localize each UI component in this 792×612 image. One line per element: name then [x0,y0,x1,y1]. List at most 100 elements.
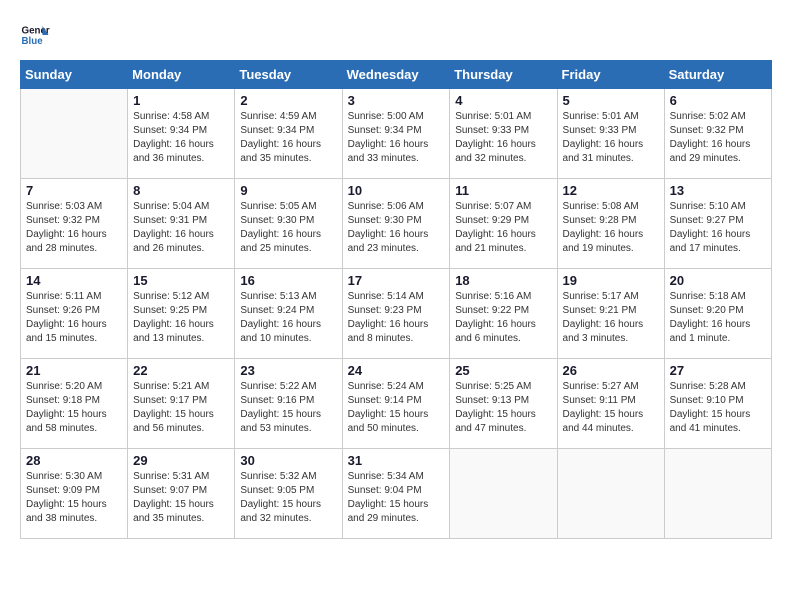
weekday-friday: Friday [557,61,664,89]
day-info: Sunrise: 5:10 AM Sunset: 9:27 PM Dayligh… [670,200,766,256]
calendar-cell: 30 Sunrise: 5:32 AM Sunset: 9:05 PM Dayli… [235,449,342,539]
calendar-cell: 31 Sunrise: 5:34 AM Sunset: 9:04 PM Dayli… [342,449,450,539]
calendar-cell [21,89,128,179]
day-number: 24 [348,363,445,378]
calendar-cell: 11 Sunrise: 5:07 AM Sunset: 9:29 PM Dayli… [450,179,557,269]
day-info: Sunrise: 5:25 AM Sunset: 9:13 PM Dayligh… [455,380,551,436]
day-number: 19 [563,273,659,288]
calendar-cell: 13 Sunrise: 5:10 AM Sunset: 9:27 PM Dayli… [664,179,771,269]
day-number: 30 [240,453,336,468]
day-info: Sunrise: 5:31 AM Sunset: 9:07 PM Dayligh… [133,470,229,526]
week-row-3: 14 Sunrise: 5:11 AM Sunset: 9:26 PM Dayli… [21,269,772,359]
day-info: Sunrise: 5:27 AM Sunset: 9:11 PM Dayligh… [563,380,659,436]
day-number: 18 [455,273,551,288]
weekday-thursday: Thursday [450,61,557,89]
calendar-cell: 2Sunrise: 4:59 AM Sunset: 9:34 PM Daylig… [235,89,342,179]
day-number: 6 [670,93,766,108]
day-info: Sunrise: 5:18 AM Sunset: 9:20 PM Dayligh… [670,290,766,346]
calendar-cell: 1 Sunrise: 4:58 AM Sunset: 9:34 PM Daylig… [128,89,235,179]
day-info: Sunrise: 5:06 AM Sunset: 9:30 PM Dayligh… [348,200,445,256]
day-info: Sunrise: 5:24 AM Sunset: 9:14 PM Dayligh… [348,380,445,436]
day-info: Sunrise: 5:28 AM Sunset: 9:10 PM Dayligh… [670,380,766,436]
day-number: 20 [670,273,766,288]
day-number: 26 [563,363,659,378]
day-number: 13 [670,183,766,198]
weekday-tuesday: Tuesday [235,61,342,89]
day-info: Sunrise: 5:17 AM Sunset: 9:21 PM Dayligh… [563,290,659,346]
day-number: 27 [670,363,766,378]
calendar-cell [450,449,557,539]
day-info: Sunrise: 5:21 AM Sunset: 9:17 PM Dayligh… [133,380,229,436]
calendar-cell: 22 Sunrise: 5:21 AM Sunset: 9:17 PM Dayli… [128,359,235,449]
day-number: 7 [26,183,122,198]
day-info: Sunrise: 5:16 AM Sunset: 9:22 PM Dayligh… [455,290,551,346]
week-row-5: 28Sunrise: 5:30 AM Sunset: 9:09 PM Dayli… [21,449,772,539]
calendar-cell: 23 Sunrise: 5:22 AM Sunset: 9:16 PM Dayli… [235,359,342,449]
calendar-cell: 15Sunrise: 5:12 AM Sunset: 9:25 PM Dayli… [128,269,235,359]
calendar-cell: 5Sunrise: 5:01 AM Sunset: 9:33 PM Daylig… [557,89,664,179]
calendar-cell: 28Sunrise: 5:30 AM Sunset: 9:09 PM Dayli… [21,449,128,539]
calendar-cell: 17 Sunrise: 5:14 AM Sunset: 9:23 PM Dayli… [342,269,450,359]
day-number: 21 [26,363,122,378]
week-row-1: 1 Sunrise: 4:58 AM Sunset: 9:34 PM Daylig… [21,89,772,179]
week-row-2: 7Sunrise: 5:03 AM Sunset: 9:32 PM Daylig… [21,179,772,269]
calendar-cell: 29 Sunrise: 5:31 AM Sunset: 9:07 PM Dayli… [128,449,235,539]
calendar-cell: 19 Sunrise: 5:17 AM Sunset: 9:21 PM Dayli… [557,269,664,359]
logo: General Blue [20,20,50,50]
calendar-cell: 18 Sunrise: 5:16 AM Sunset: 9:22 PM Dayli… [450,269,557,359]
day-info: Sunrise: 5:34 AM Sunset: 9:04 PM Dayligh… [348,470,445,526]
calendar-cell: 7Sunrise: 5:03 AM Sunset: 9:32 PM Daylig… [21,179,128,269]
day-info: Sunrise: 5:07 AM Sunset: 9:29 PM Dayligh… [455,200,551,256]
week-row-4: 21Sunrise: 5:20 AM Sunset: 9:18 PM Dayli… [21,359,772,449]
day-info: Sunrise: 4:58 AM Sunset: 9:34 PM Dayligh… [133,110,229,166]
day-info: Sunrise: 5:14 AM Sunset: 9:23 PM Dayligh… [348,290,445,346]
day-number: 1 [133,93,229,108]
calendar-cell [664,449,771,539]
calendar-cell: 24 Sunrise: 5:24 AM Sunset: 9:14 PM Dayli… [342,359,450,449]
weekday-saturday: Saturday [664,61,771,89]
day-info: Sunrise: 5:13 AM Sunset: 9:24 PM Dayligh… [240,290,336,346]
day-info: Sunrise: 5:08 AM Sunset: 9:28 PM Dayligh… [563,200,659,256]
calendar-cell: 20 Sunrise: 5:18 AM Sunset: 9:20 PM Dayli… [664,269,771,359]
day-number: 8 [133,183,229,198]
calendar-cell: 3 Sunrise: 5:00 AM Sunset: 9:34 PM Daylig… [342,89,450,179]
day-number: 11 [455,183,551,198]
day-number: 14 [26,273,122,288]
day-number: 2 [240,93,336,108]
day-info: Sunrise: 5:02 AM Sunset: 9:32 PM Dayligh… [670,110,766,166]
day-number: 28 [26,453,122,468]
calendar-cell: 26 Sunrise: 5:27 AM Sunset: 9:11 PM Dayli… [557,359,664,449]
calendar-cell: 21Sunrise: 5:20 AM Sunset: 9:18 PM Dayli… [21,359,128,449]
calendar-table: SundayMondayTuesdayWednesdayThursdayFrid… [20,60,772,539]
logo-icon: General Blue [20,20,50,50]
day-info: Sunrise: 5:04 AM Sunset: 9:31 PM Dayligh… [133,200,229,256]
calendar-cell: 16 Sunrise: 5:13 AM Sunset: 9:24 PM Dayli… [235,269,342,359]
weekday-wednesday: Wednesday [342,61,450,89]
calendar-cell: 8 Sunrise: 5:04 AM Sunset: 9:31 PM Daylig… [128,179,235,269]
day-number: 4 [455,93,551,108]
calendar-cell: 9Sunrise: 5:05 AM Sunset: 9:30 PM Daylig… [235,179,342,269]
day-number: 22 [133,363,229,378]
calendar-cell: 14 Sunrise: 5:11 AM Sunset: 9:26 PM Dayli… [21,269,128,359]
weekday-header-row: SundayMondayTuesdayWednesdayThursdayFrid… [21,61,772,89]
weekday-sunday: Sunday [21,61,128,89]
day-number: 23 [240,363,336,378]
calendar-body: 1 Sunrise: 4:58 AM Sunset: 9:34 PM Daylig… [21,89,772,539]
weekday-monday: Monday [128,61,235,89]
day-number: 31 [348,453,445,468]
day-info: Sunrise: 5:00 AM Sunset: 9:34 PM Dayligh… [348,110,445,166]
day-info: Sunrise: 5:32 AM Sunset: 9:05 PM Dayligh… [240,470,336,526]
day-number: 3 [348,93,445,108]
calendar-cell: 12 Sunrise: 5:08 AM Sunset: 9:28 PM Dayli… [557,179,664,269]
day-number: 12 [563,183,659,198]
day-number: 29 [133,453,229,468]
day-info: Sunrise: 5:22 AM Sunset: 9:16 PM Dayligh… [240,380,336,436]
svg-text:Blue: Blue [22,36,44,47]
day-number: 25 [455,363,551,378]
day-info: Sunrise: 5:11 AM Sunset: 9:26 PM Dayligh… [26,290,122,346]
day-number: 9 [240,183,336,198]
day-info: Sunrise: 5:01 AM Sunset: 9:33 PM Dayligh… [455,110,551,166]
day-number: 16 [240,273,336,288]
calendar-cell: 10Sunrise: 5:06 AM Sunset: 9:30 PM Dayli… [342,179,450,269]
day-number: 17 [348,273,445,288]
